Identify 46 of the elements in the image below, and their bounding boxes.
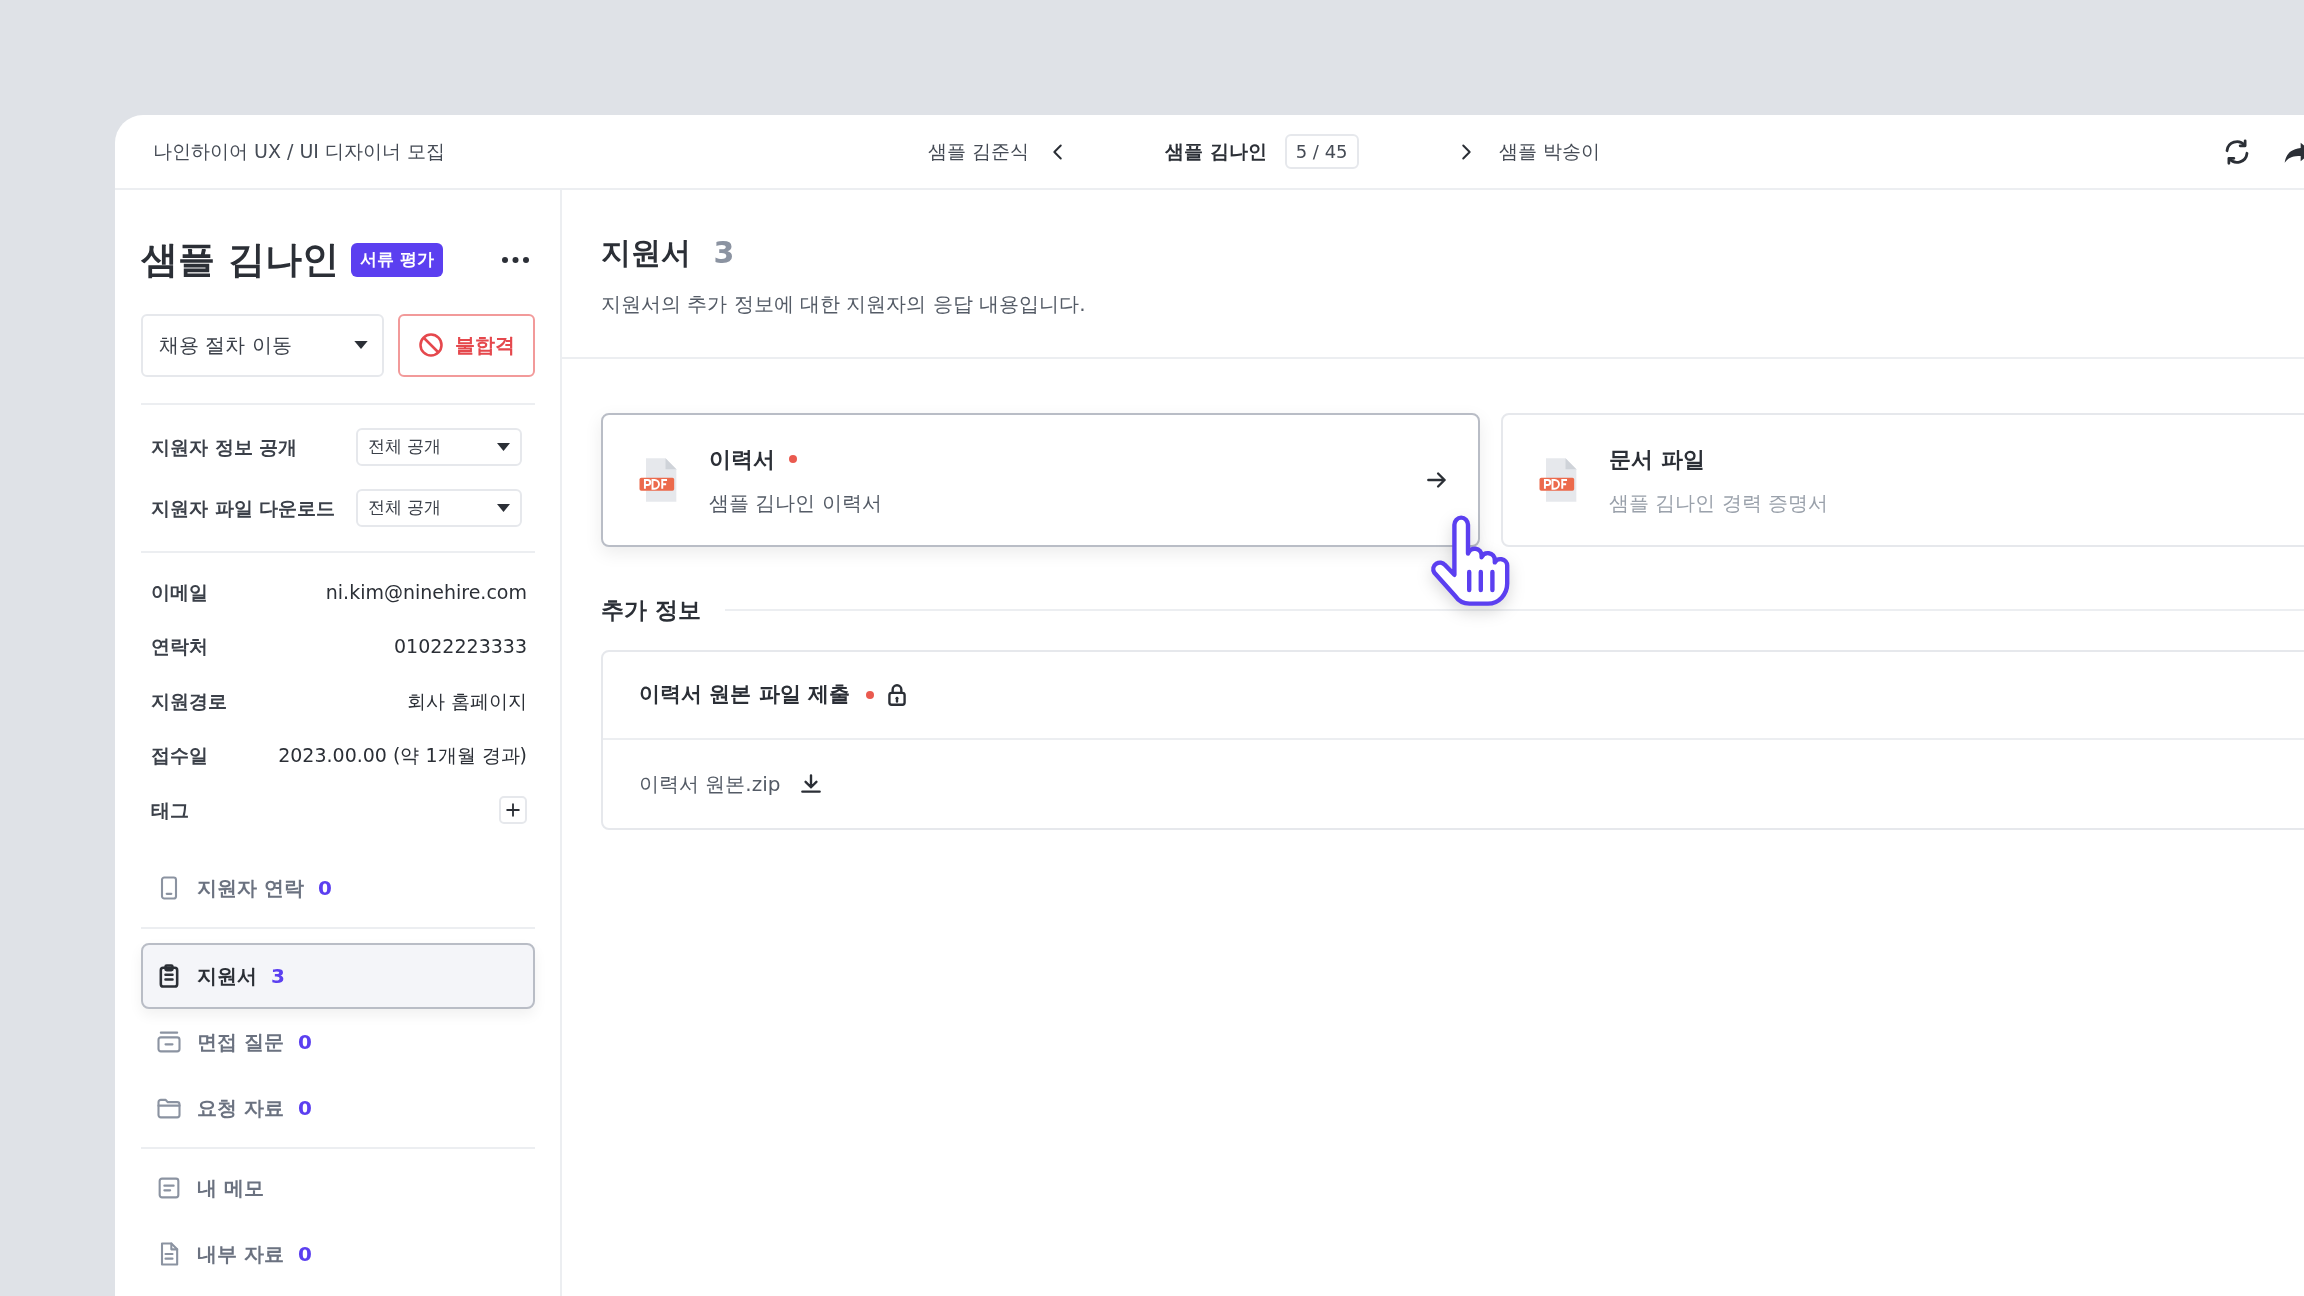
- breadcrumb: 나인하이어 UX / UI 디자이너 모집: [153, 139, 447, 165]
- info-value: 2023.00.00 (약 1개월 경과): [278, 743, 527, 769]
- visibility-dropdown[interactable]: 전체 공개: [356, 428, 522, 466]
- document-card[interactable]: 이력서 샘플 김나인 이력서: [601, 413, 1480, 547]
- sidebar-nav-item[interactable]: 내부 자료 0: [141, 1221, 535, 1288]
- add-tag-button[interactable]: [499, 796, 527, 825]
- prohibit-icon: [417, 331, 446, 359]
- file-name: 이력서 원본.zip: [639, 770, 781, 798]
- document-title: 이력서: [709, 445, 775, 474]
- section-title: 지원서 3: [601, 234, 736, 272]
- info-value: 01022223333: [394, 634, 527, 660]
- reject-button[interactable]: 불합격: [397, 313, 535, 377]
- stage-dropdown[interactable]: 채용 절차 이동: [141, 313, 384, 377]
- more-button[interactable]: [502, 256, 529, 263]
- info-label: 접수일: [151, 743, 208, 769]
- previous-applicant-link[interactable]: 샘플 김준식: [928, 137, 1030, 166]
- stage-badge: 서류 평가: [350, 243, 443, 277]
- section-description: 지원서의 추가 정보에 대한 지원자의 응답 내용입니다.: [601, 291, 1087, 318]
- position-counter: 5 / 45: [1284, 134, 1359, 169]
- more-dots-icon: [502, 256, 529, 263]
- document-subtitle: 샘플 김나인 경력 증명서: [1609, 489, 1829, 517]
- applicant-name: 샘플 김나인: [141, 237, 339, 283]
- info-label: 연락처: [151, 634, 208, 660]
- question-title: 이력서 원본 파일 제출: [639, 680, 850, 708]
- info-label: 태그: [151, 797, 189, 823]
- extra-info-heading: 추가 정보: [601, 596, 701, 625]
- sidebar-nav-item[interactable]: 면접 질문 0: [141, 1009, 535, 1076]
- caret-down-icon: [353, 341, 368, 349]
- current-applicant: 샘플 김나인: [1165, 139, 1267, 165]
- sidebar-nav-item[interactable]: 요청 자료 0: [141, 1075, 535, 1142]
- info-value: ni.kim@ninehire.com: [325, 579, 527, 605]
- sidebar-nav-item[interactable]: 지원자 연락 0: [141, 855, 535, 922]
- document-subtitle: 샘플 김나인 이력서: [709, 489, 882, 517]
- sidebar-nav-item[interactable]: 내 메모: [141, 1155, 535, 1222]
- visibility-dropdown[interactable]: 전체 공개: [356, 489, 522, 527]
- info-value: 회사 홈페이지: [406, 688, 527, 714]
- setting-label: 지원자 정보 공개: [151, 434, 298, 460]
- document-title: 문서 파일: [1609, 445, 1705, 474]
- setting-label: 지원자 파일 다운로드: [151, 495, 336, 521]
- info-label: 이메일: [151, 579, 208, 605]
- info-label: 지원경로: [151, 688, 227, 714]
- sidebar-nav-item[interactable]: 지원서 3: [141, 943, 535, 1010]
- caret-down-icon: [497, 504, 510, 512]
- caret-down-icon: [497, 443, 510, 451]
- document-card[interactable]: 문서 파일 샘플 김나인 경력 증명서: [1501, 413, 2304, 547]
- next-applicant-link[interactable]: 샘플 박송이: [1498, 137, 1600, 166]
